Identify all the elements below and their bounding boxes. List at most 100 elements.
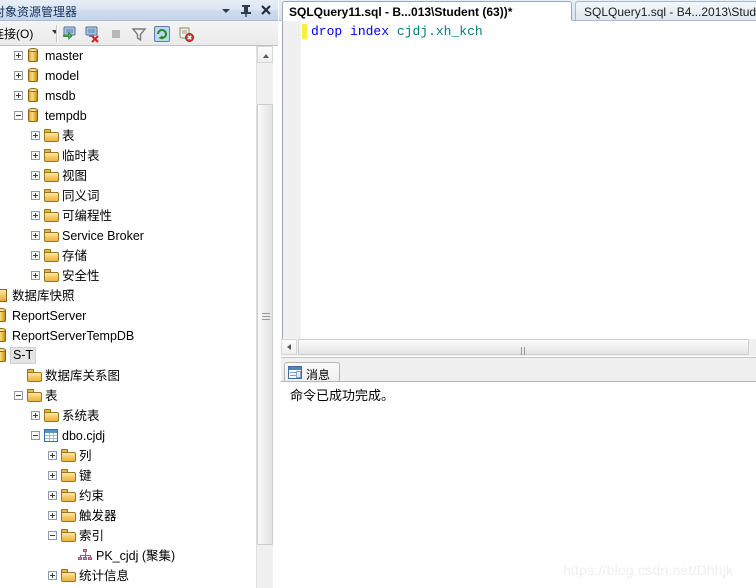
scroll-thumb[interactable] [257, 104, 273, 545]
collapse-icon[interactable] [48, 531, 57, 540]
database-icon [0, 328, 7, 343]
tree-item[interactable]: 安全性 [0, 266, 256, 286]
folder-icon [44, 149, 59, 162]
expand-icon[interactable] [31, 191, 40, 200]
expand-icon[interactable] [48, 471, 57, 480]
script-error-icon[interactable] [177, 25, 195, 43]
collapse-icon[interactable] [31, 431, 40, 440]
sql-keyword-drop: drop [311, 24, 343, 39]
close-icon[interactable] [258, 3, 274, 18]
object-explorer-panel: 对象资源管理器 连接(O) [0, 0, 278, 588]
expand-icon[interactable] [14, 51, 23, 60]
tree-item[interactable]: ReportServer [0, 306, 256, 326]
tree-item[interactable]: msdb [0, 86, 256, 106]
disconnect-server-icon[interactable] [84, 25, 102, 43]
change-bar-indicator [302, 24, 307, 39]
connect-button[interactable]: 连接(O) [0, 25, 33, 42]
tree-item[interactable]: dbo.cjdj [0, 426, 256, 446]
tree-item-label: 系统表 [62, 409, 100, 423]
expand-icon[interactable] [31, 211, 40, 220]
tab-sqlquery11[interactable]: SQLQuery11.sql - B...013\Student (63))* [282, 1, 572, 21]
expand-icon[interactable] [31, 171, 40, 180]
tree-item-label: ReportServerTempDB [12, 329, 135, 343]
expand-icon[interactable] [31, 251, 40, 260]
expand-icon[interactable] [31, 271, 40, 280]
tab-sqlquery1[interactable]: SQLQuery1.sql - B4...2013\Student [575, 1, 756, 21]
tree-item-label: 安全性 [62, 269, 100, 283]
scroll-grip-icon [521, 344, 529, 369]
tree-item-label: 表 [62, 129, 75, 143]
tree-item-label: 数据库快照 [12, 289, 75, 303]
tree-item[interactable]: 同义词 [0, 186, 256, 206]
messages-icon [288, 366, 302, 379]
tree-item[interactable]: 索引 [0, 526, 256, 546]
database-icon [27, 88, 39, 103]
tree-item[interactable]: 临时表 [0, 146, 256, 166]
tree-item[interactable]: 数据库快照 [0, 286, 256, 306]
collapse-icon[interactable] [14, 391, 23, 400]
tree-vertical-scrollbar[interactable] [256, 46, 273, 588]
editor-area: SQLQuery11.sql - B...013\Student (63))* … [279, 0, 756, 588]
folder-icon [44, 249, 59, 262]
tree-item[interactable]: model [0, 66, 256, 86]
expand-icon[interactable] [48, 571, 57, 580]
expand-icon[interactable] [31, 131, 40, 140]
tree-item-label: Service Broker [62, 229, 144, 243]
folder-icon [27, 389, 42, 402]
folder-icon [44, 269, 59, 282]
message-text: 命令已成功完成。 [290, 388, 395, 403]
sql-code-editor[interactable]: drop index cjdj.xh_kch [282, 21, 756, 339]
tree-item[interactable]: 列 [0, 446, 256, 466]
tree-item[interactable]: S-T [0, 346, 256, 366]
tree-item[interactable]: 系统表 [0, 406, 256, 426]
tree-item[interactable]: ReportServerTempDB [0, 326, 256, 346]
expand-icon[interactable] [48, 491, 57, 500]
tree-item[interactable]: 统计信息 [0, 566, 256, 586]
tree-item[interactable]: Service Broker [0, 226, 256, 246]
toolbar-separator [56, 25, 58, 42]
editor-gutter [283, 21, 302, 339]
folder-icon [61, 529, 76, 542]
tree-item[interactable]: master [0, 46, 256, 66]
ssms-window: 对象资源管理器 连接(O) [0, 0, 756, 588]
messages-output[interactable]: 命令已成功完成。 [281, 381, 756, 588]
tree-item[interactable]: 表 [0, 386, 256, 406]
chevron-down-icon[interactable] [218, 3, 234, 18]
tree-item[interactable]: 数据库关系图 [0, 366, 256, 386]
tree-item[interactable]: 表 [0, 126, 256, 146]
scroll-thumb-horizontal[interactable] [298, 339, 749, 369]
sql-identifier: cjdj.xh_kch [396, 24, 483, 39]
tab-label: SQLQuery11.sql - B...013\Student (63))* [289, 5, 513, 19]
tree-item-label: msdb [45, 89, 76, 103]
tab-label: SQLQuery1.sql - B4...2013\Student [584, 5, 756, 19]
object-explorer-tree[interactable]: master model msdb tempdb 表临时表 视图 同义词 可编程性 Servic… [0, 46, 278, 588]
expand-icon[interactable] [31, 411, 40, 420]
tree-item[interactable]: 存储 [0, 246, 256, 266]
tree-item[interactable]: 视图 [0, 166, 256, 186]
tree-item[interactable]: 约束 [0, 486, 256, 506]
filter-icon[interactable] [130, 25, 148, 43]
tree-item[interactable]: 可编程性 [0, 206, 256, 226]
database-icon [0, 308, 7, 323]
tree-item[interactable]: PK_cjdj (聚集) [0, 546, 256, 566]
expand-icon[interactable] [31, 231, 40, 240]
editor-horizontal-scrollbar[interactable] [281, 339, 756, 369]
tree-item[interactable]: 触发器 [0, 506, 256, 526]
collapse-icon[interactable] [14, 111, 23, 120]
expand-icon[interactable] [48, 451, 57, 460]
connect-server-icon[interactable] [62, 25, 80, 43]
expand-icon[interactable] [14, 91, 23, 100]
scroll-left-button[interactable] [281, 339, 297, 355]
pin-icon[interactable] [238, 3, 254, 18]
expand-icon[interactable] [14, 71, 23, 80]
refresh-icon[interactable] [153, 25, 171, 43]
tab-messages[interactable]: 消息 [284, 362, 340, 382]
expand-icon[interactable] [31, 151, 40, 160]
tree-item[interactable]: tempdb [0, 106, 256, 126]
expand-icon[interactable] [48, 511, 57, 520]
folder-icon [61, 469, 76, 482]
folder-icon [44, 229, 59, 242]
tree-item-label: 同义词 [62, 189, 100, 203]
scroll-up-button[interactable] [257, 46, 273, 63]
tree-item[interactable]: 键 [0, 466, 256, 486]
